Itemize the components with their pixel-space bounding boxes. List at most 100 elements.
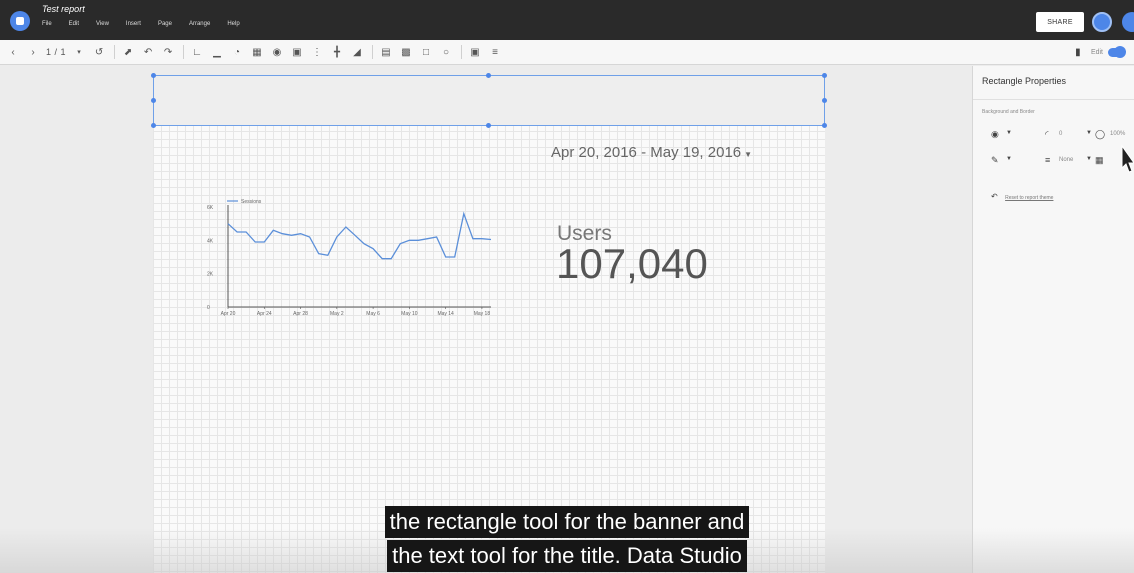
resize-handle[interactable] bbox=[151, 73, 156, 78]
resize-handle[interactable] bbox=[486, 73, 491, 78]
opacity-icon: ◯ bbox=[1095, 129, 1106, 139]
x-tick-label: May 14 bbox=[437, 311, 454, 317]
menu-arrange[interactable]: Arrange bbox=[189, 21, 210, 27]
undo-icon: ↶ bbox=[991, 192, 998, 201]
toolbar-right: ▮ Edit bbox=[1071, 45, 1126, 59]
redo-icon[interactable]: ↷ bbox=[161, 45, 175, 59]
area-chart-icon[interactable]: ◢ bbox=[350, 45, 364, 59]
toolbar: ‹ › 1 / 1 ▾ ↺ ⬈ ↶ ↷ ∟ ▁ ◔ ▦ ◉ ▣ ⋮ ╋ ◢ ▤ … bbox=[0, 40, 1134, 65]
menu-edit[interactable]: Edit bbox=[69, 21, 79, 27]
page-dropdown-icon[interactable]: ▾ bbox=[72, 45, 86, 59]
edit-toggle-label: Edit bbox=[1090, 48, 1103, 56]
fill-color-icon[interactable]: ◉ bbox=[991, 129, 999, 140]
resize-handle[interactable] bbox=[486, 123, 491, 128]
x-tick-label: Apr 24 bbox=[257, 311, 272, 317]
geo-map-icon[interactable]: ◉ bbox=[270, 45, 284, 59]
menu-file[interactable]: File bbox=[42, 21, 52, 27]
date-range-control[interactable]: Apr 20, 2016 - May 19, 2016 ▼ bbox=[551, 144, 752, 161]
y-tick-label: 2K bbox=[207, 272, 214, 278]
undo-icon[interactable]: ↶ bbox=[141, 45, 155, 59]
line-weight-icon: ≡ bbox=[1045, 155, 1051, 165]
caret-down-icon: ▼ bbox=[744, 150, 753, 159]
circle-tool-icon[interactable]: ○ bbox=[439, 45, 453, 59]
background-row: ◉ ▼ ◜ 0 ▼ ◯ 100% bbox=[991, 129, 1131, 141]
toolbar-divider bbox=[372, 45, 374, 59]
history-icon[interactable]: ↺ bbox=[92, 45, 106, 59]
previous-page-icon[interactable]: ‹ bbox=[6, 45, 20, 59]
title-bar: Test report File Edit View Insert Page A… bbox=[0, 0, 1134, 40]
menu-view[interactable]: View bbox=[96, 21, 109, 27]
x-tick-label: May 18 bbox=[474, 311, 491, 317]
border-radius-value[interactable]: 0 bbox=[1059, 131, 1062, 137]
image-tool-icon[interactable]: ▩ bbox=[399, 45, 413, 59]
menu-help[interactable]: Help bbox=[227, 21, 239, 27]
legend-label: Sessions bbox=[241, 199, 262, 205]
panel-divider bbox=[973, 99, 1134, 100]
select-pointer-icon[interactable]: ⬈ bbox=[121, 45, 135, 59]
border-row: ✎ ▼ ≡ None ▼ ▦ bbox=[991, 155, 1131, 167]
y-tick-label: 6K bbox=[207, 205, 214, 211]
menu-page[interactable]: Page bbox=[158, 21, 172, 27]
x-tick-label: Apr 20 bbox=[221, 311, 236, 317]
data-studio-logo-icon[interactable] bbox=[10, 11, 30, 31]
scorecard-value: 107,040 bbox=[556, 240, 708, 287]
scorecard-icon[interactable]: ▣ bbox=[290, 45, 304, 59]
banner-rectangle[interactable] bbox=[153, 75, 825, 126]
section-label: Background and Border bbox=[982, 109, 1035, 115]
menu-insert[interactable]: Insert bbox=[126, 21, 141, 27]
pie-chart-icon[interactable]: ◔ bbox=[230, 45, 244, 59]
x-tick-label: May 10 bbox=[401, 311, 418, 317]
time-series-chart-icon[interactable]: ∟ bbox=[190, 45, 204, 59]
date-range-text: Apr 20, 2016 - May 19, 2016 bbox=[551, 144, 742, 161]
resize-handle[interactable] bbox=[151, 98, 156, 103]
resize-handle[interactable] bbox=[822, 98, 827, 103]
x-tick-label: Apr 28 bbox=[293, 311, 308, 317]
chevron-down-icon[interactable]: ▼ bbox=[1006, 130, 1012, 136]
bullet-chart-icon[interactable]: ╋ bbox=[330, 45, 344, 59]
account-avatar[interactable] bbox=[1092, 12, 1112, 32]
bar-chart-icon[interactable]: ▁ bbox=[210, 45, 224, 59]
chevron-down-icon[interactable]: ▼ bbox=[1086, 130, 1092, 136]
table-icon[interactable]: ▦ bbox=[250, 45, 264, 59]
mouse-cursor-icon bbox=[1121, 144, 1134, 173]
caption-line-1: the rectangle tool for the banner and bbox=[384, 506, 750, 538]
resize-handle[interactable] bbox=[151, 123, 156, 128]
chevron-down-icon[interactable]: ▼ bbox=[1006, 156, 1012, 162]
chevron-down-icon[interactable]: ▼ bbox=[1086, 156, 1092, 162]
share-button[interactable]: SHARE bbox=[1036, 12, 1084, 32]
toolbar-divider bbox=[114, 45, 116, 59]
menu-bar: File Edit View Insert Page Arrange Help bbox=[42, 21, 257, 27]
caption-line-2: the text tool for the title. Data Studio bbox=[387, 540, 747, 572]
resize-handle[interactable] bbox=[822, 73, 827, 78]
y-tick-label: 0 bbox=[207, 305, 210, 311]
x-tick-label: May 6 bbox=[366, 311, 380, 317]
scatter-chart-icon[interactable]: ⋮ bbox=[310, 45, 324, 59]
canvas-area: Apr 20, 2016 - May 19, 2016 ▼ 0 2K 4K 6K Apr … bbox=[0, 66, 972, 573]
border-radius-icon: ◜ bbox=[1045, 129, 1049, 139]
resize-handle[interactable] bbox=[822, 123, 827, 128]
properties-title: Rectangle Properties bbox=[982, 76, 1067, 86]
line-color-icon[interactable]: ✎ bbox=[991, 155, 999, 166]
reset-row: ↶ Reset to report theme bbox=[991, 192, 1053, 201]
x-tick-label: May 2 bbox=[330, 311, 344, 317]
comment-icon[interactable]: ▮ bbox=[1071, 45, 1085, 59]
report-title[interactable]: Test report bbox=[42, 4, 85, 14]
sessions-time-series-chart[interactable]: 0 2K 4K 6K Apr 20 Apr 24 Apr 28 May 2 May 6 May 1… bbox=[200, 194, 500, 324]
sessions-series-line bbox=[227, 211, 492, 260]
apps-icon[interactable] bbox=[1122, 12, 1134, 32]
border-style-value[interactable]: None bbox=[1059, 157, 1073, 163]
subtitle-caption: the rectangle tool for the banner and th… bbox=[0, 506, 1134, 573]
next-page-icon[interactable]: › bbox=[26, 45, 40, 59]
rectangle-tool-icon[interactable]: □ bbox=[419, 45, 433, 59]
reset-to-theme-link[interactable]: Reset to report theme bbox=[1005, 195, 1053, 201]
border-dash-icon[interactable]: ▦ bbox=[1095, 155, 1104, 166]
filter-control-icon[interactable]: ≡ bbox=[488, 45, 502, 59]
page-indicator[interactable]: 1 / 1 bbox=[46, 47, 66, 57]
date-range-control-icon[interactable]: ▣ bbox=[468, 45, 482, 59]
y-tick-label: 4K bbox=[207, 238, 214, 244]
opacity-value[interactable]: 100% bbox=[1110, 131, 1125, 137]
toolbar-divider bbox=[461, 45, 463, 59]
data-studio-editor: Test report File Edit View Insert Page A… bbox=[0, 0, 1134, 573]
edit-toggle[interactable] bbox=[1108, 45, 1126, 58]
text-tool-icon[interactable]: ▤ bbox=[379, 45, 393, 59]
